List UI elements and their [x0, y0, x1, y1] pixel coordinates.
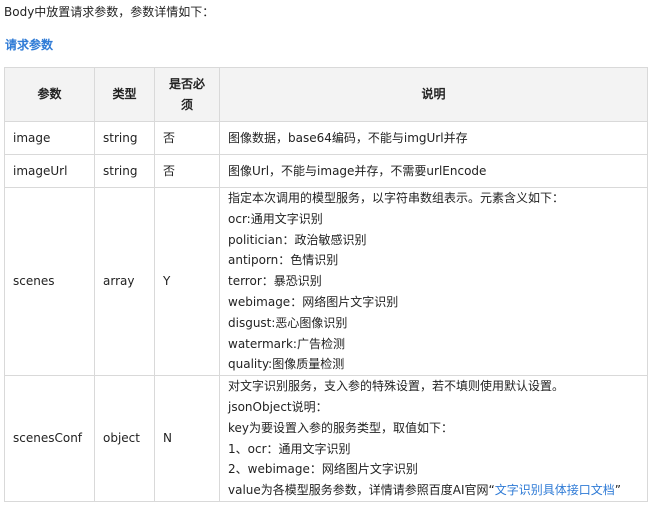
description-line-with-link: value为各模型服务参数，详情请参照百度AI官网“文字识别具体接口文档” [228, 480, 639, 501]
description-line: 图像数据，base64编码，不能与imgUrl并存 [228, 130, 468, 145]
description-line: jsonObject说明： [228, 399, 328, 414]
param-type: string [94, 121, 155, 155]
header-required: 是否必须 [154, 67, 220, 122]
description-line: 1、ocr：通用文字识别 [228, 441, 351, 456]
request-params-table: 参数 类型 是否必须 说明 image string 否 图像数据，base64… [4, 67, 648, 502]
description-line: terror：暴恐识别 [228, 274, 322, 289]
param-name: imageUrl [4, 154, 95, 188]
table-header-row: 参数 类型 是否必须 说明 [4, 67, 648, 122]
description-line: 对文字识别服务，支入参的特殊设置，若不填则使用默认设置。 [228, 379, 565, 394]
param-description: 指定本次调用的模型服务，以字符串数组表示。元素含义如下： ocr:通用文字识别 … [219, 186, 648, 377]
header-required-label: 是否必须 [168, 76, 205, 112]
table-row: imageUrl string 否 图像Url，不能与image并存，不需要ur… [4, 154, 648, 188]
header-type: 类型 [94, 67, 155, 122]
table-row: scenes array Y 指定本次调用的模型服务，以字符串数组表示。元素含义… [4, 186, 648, 377]
description-line: watermark:广告检测 [228, 336, 345, 351]
intro-text: Body中放置请求参数，参数详情如下： [4, 5, 215, 19]
param-required: Y [154, 186, 220, 377]
table-row: scenesConf object N 对文字识别服务，支入参的特殊设置，若不填… [4, 375, 648, 502]
description-line: politician：政治敏感识别 [228, 232, 367, 247]
param-type: array [94, 186, 155, 377]
param-description: 对文字识别服务，支入参的特殊设置，若不填则使用默认设置。 jsonObject说… [219, 375, 648, 502]
section-heading-request-params: 请求参数 [5, 38, 54, 52]
ocr-api-doc-link[interactable]: 文字识别具体接口文档 [495, 483, 615, 497]
description-line: disgust:恶心图像识别 [228, 315, 348, 330]
header-description: 说明 [219, 67, 648, 122]
description-link-prefix: value为各模型服务参数，详情请参照百度AI官网“ [228, 483, 495, 498]
description-line: webimage：网络图片文字识别 [228, 294, 399, 309]
param-name: scenesConf [4, 375, 95, 502]
param-required: 否 [154, 121, 220, 155]
description-line: 2、webimage：网络图片文字识别 [228, 462, 418, 477]
param-name: image [4, 121, 95, 155]
header-param: 参数 [4, 67, 95, 122]
description-line: ocr:通用文字识别 [228, 211, 323, 226]
param-description: 图像Url，不能与image并存，不需要urlEncode [219, 154, 648, 188]
param-required: N [154, 375, 220, 502]
table-row: image string 否 图像数据，base64编码，不能与imgUrl并存 [4, 121, 648, 155]
description-line: 图像Url，不能与image并存，不需要urlEncode [228, 163, 487, 178]
param-required: 否 [154, 154, 220, 188]
param-type: object [94, 375, 155, 502]
param-description: 图像数据，base64编码，不能与imgUrl并存 [219, 121, 648, 155]
description-link-suffix: ” [614, 483, 621, 498]
description-line: quality:图像质量检测 [228, 357, 345, 372]
param-type: string [94, 154, 155, 188]
description-line: antiporn：色情识别 [228, 253, 339, 268]
description-line: key为要设置入参的服务类型，取值如下： [228, 420, 454, 435]
param-name: scenes [4, 186, 95, 377]
description-line: 指定本次调用的模型服务，以字符串数组表示。元素含义如下： [228, 191, 565, 205]
